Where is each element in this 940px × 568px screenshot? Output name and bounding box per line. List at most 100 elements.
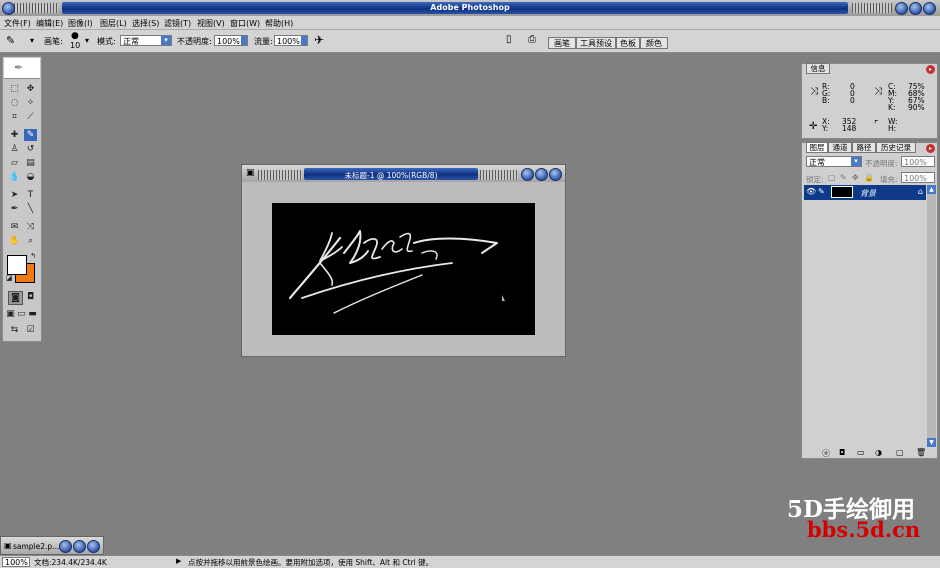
standard-mode-icon[interactable]: ◙ [8, 291, 23, 305]
layers-panel-menu-icon[interactable]: ▸ [926, 144, 935, 153]
blur-tool-icon[interactable]: 💧 [8, 171, 21, 183]
lasso-tool-icon[interactable]: ◌ [8, 97, 21, 109]
screen-mode-fullmenu-icon[interactable]: ▭ [16, 308, 27, 320]
eyedropper-tool-icon[interactable]: ⤨ [24, 221, 37, 233]
layers-scrollbar[interactable]: ▲ ▼ [927, 185, 936, 447]
layer-style-icon[interactable]: ⓞ [822, 448, 830, 459]
tab-channels[interactable]: 通道 [828, 142, 852, 153]
brush-tip-icon[interactable]: ● [71, 31, 79, 41]
scroll-up-icon[interactable]: ▲ [927, 185, 936, 194]
jump-to-imageready-icon[interactable]: ⇆ [8, 324, 21, 336]
line-tool-icon[interactable]: ╲ [24, 203, 37, 215]
eraser-tool-icon[interactable]: ▱ [8, 157, 21, 169]
blend-chevron-icon[interactable]: ▾ [851, 157, 861, 166]
chevron-down-icon[interactable]: ▾ [161, 36, 171, 45]
minimized-close-button[interactable] [87, 540, 100, 553]
new-set-icon[interactable]: ▭ [857, 448, 865, 457]
layer-row[interactable]: 👁 ✎ 背景 ⌂ [804, 185, 926, 200]
healing-brush-tool-icon[interactable]: ✚ [8, 129, 21, 141]
default-colors-icon[interactable]: ◪ [4, 273, 14, 283]
close-button[interactable] [923, 2, 936, 15]
brush-tool-active-icon[interactable]: ✎ [24, 129, 37, 141]
document-close-button[interactable] [549, 168, 562, 181]
minimized-maximize-button[interactable] [73, 540, 86, 553]
tab-swatches[interactable]: 色板 [616, 37, 640, 49]
menu-image[interactable]: 图像(I) [68, 18, 93, 29]
scroll-down-icon[interactable]: ▼ [927, 438, 936, 447]
lock-transparency-icon[interactable]: ▢ [828, 173, 836, 182]
blend-mode-select[interactable]: 正常 ▾ [806, 156, 862, 167]
screen-mode-standard-icon[interactable]: ▣ [5, 308, 16, 320]
crop-tool-icon[interactable]: ⌗ [8, 111, 21, 123]
flow-slider-arrow-icon[interactable] [301, 36, 307, 45]
document-title-bar[interactable]: ▣ 未标题-1 @ 100%(RGB/8) [242, 165, 565, 182]
flow-input[interactable]: 100% [274, 35, 308, 46]
adjustment-layer-icon[interactable]: ◑ [875, 448, 882, 457]
airbrush-icon[interactable]: ✈ [314, 33, 324, 47]
file-browser-icon[interactable]: ▯ [506, 34, 512, 45]
quick-mask-mode-icon[interactable]: ◘ [24, 291, 37, 303]
panel-menu-icon[interactable]: ▸ [926, 65, 935, 74]
type-tool-icon[interactable]: T [24, 189, 37, 201]
tab-tool-presets[interactable]: 工具预设 [576, 37, 616, 49]
path-selection-tool-icon[interactable]: ➤ [8, 189, 21, 201]
tab-paths[interactable]: 路径 [852, 142, 876, 153]
menu-layer[interactable]: 图层(L) [100, 18, 127, 29]
layer-opacity-input[interactable]: 100% [901, 156, 935, 167]
document-icon[interactable]: ▣ [246, 168, 255, 178]
document-minimize-button[interactable] [521, 168, 534, 181]
fill-input[interactable]: 100% [901, 172, 935, 183]
zoom-tool-icon[interactable]: ⌕ [24, 235, 37, 247]
menu-help[interactable]: 帮助(H) [265, 18, 293, 29]
menu-select[interactable]: 选择(S) [132, 18, 159, 29]
minimized-document[interactable]: ▣ sample2.p... [0, 536, 104, 555]
notes-tool-icon[interactable]: ✉ [8, 221, 21, 233]
opacity-slider-arrow-icon[interactable] [241, 36, 247, 45]
tool-preset-arrow-icon[interactable]: ▾ [30, 36, 34, 45]
palette-well-icon[interactable]: ⎙ [528, 34, 536, 45]
history-brush-tool-icon[interactable]: ↺ [24, 143, 37, 155]
menu-filter[interactable]: 滤镜(T) [164, 18, 191, 29]
lock-position-icon[interactable]: ✥ [852, 173, 859, 182]
hand-tool-icon[interactable]: ✋ [8, 235, 21, 247]
clone-stamp-tool-icon[interactable]: ♙ [8, 143, 21, 155]
maximize-button[interactable] [909, 2, 922, 15]
new-layer-icon[interactable]: ▢ [896, 448, 904, 457]
foreground-color-swatch[interactable] [7, 255, 27, 275]
gradient-tool-icon[interactable]: ▤ [24, 157, 37, 169]
brush-picker-arrow-icon[interactable]: ▾ [85, 36, 89, 45]
zoom-field[interactable]: 100% [2, 557, 30, 567]
move-tool-icon[interactable]: ✥ [24, 83, 37, 95]
menu-window[interactable]: 窗口(W) [230, 18, 260, 29]
toolbox-header-feather-icon[interactable]: ✒ [4, 58, 40, 79]
layer-mask-icon[interactable]: ◘ [839, 448, 845, 457]
pen-tool-icon[interactable]: ✒ [8, 203, 21, 215]
dodge-tool-icon[interactable]: ◒ [24, 171, 37, 183]
imageready-icon[interactable]: ☑ [24, 324, 37, 336]
slice-tool-icon[interactable]: ⟋ [24, 111, 37, 123]
status-arrow-icon[interactable]: ▶ [176, 557, 181, 565]
tab-layers[interactable]: 图层 [806, 142, 828, 153]
minimize-button[interactable] [895, 2, 908, 15]
image-canvas[interactable] [272, 203, 535, 335]
opacity-input[interactable]: 100% [214, 35, 248, 46]
lock-image-icon[interactable]: ✎ [840, 173, 847, 182]
brush-tool-icon[interactable]: ✎ [6, 34, 15, 47]
minimized-restore-button[interactable] [59, 540, 72, 553]
tab-history[interactable]: 历史记录 [876, 142, 916, 153]
menu-view[interactable]: 视图(V) [197, 18, 225, 29]
lock-all-icon[interactable]: 🔒 [864, 173, 874, 182]
swap-colors-icon[interactable]: ↰ [28, 251, 38, 261]
marquee-tool-icon[interactable]: ⬚ [8, 83, 21, 95]
tab-brushes[interactable]: 画笔 [548, 37, 576, 49]
delete-layer-icon[interactable]: 🗑 [916, 448, 926, 457]
magic-wand-tool-icon[interactable]: ✧ [24, 97, 37, 109]
tab-color[interactable]: 颜色 [640, 37, 668, 49]
menu-edit[interactable]: 编辑(E) [36, 18, 63, 29]
document-maximize-button[interactable] [535, 168, 548, 181]
tab-info[interactable]: 信息 [806, 63, 830, 74]
screen-mode-full-icon[interactable]: ▬ [27, 308, 38, 320]
mode-select[interactable]: 正常 ▾ [120, 35, 172, 46]
menu-file[interactable]: 文件(F) [4, 18, 31, 29]
visibility-eye-icon[interactable]: 👁 [806, 187, 816, 196]
